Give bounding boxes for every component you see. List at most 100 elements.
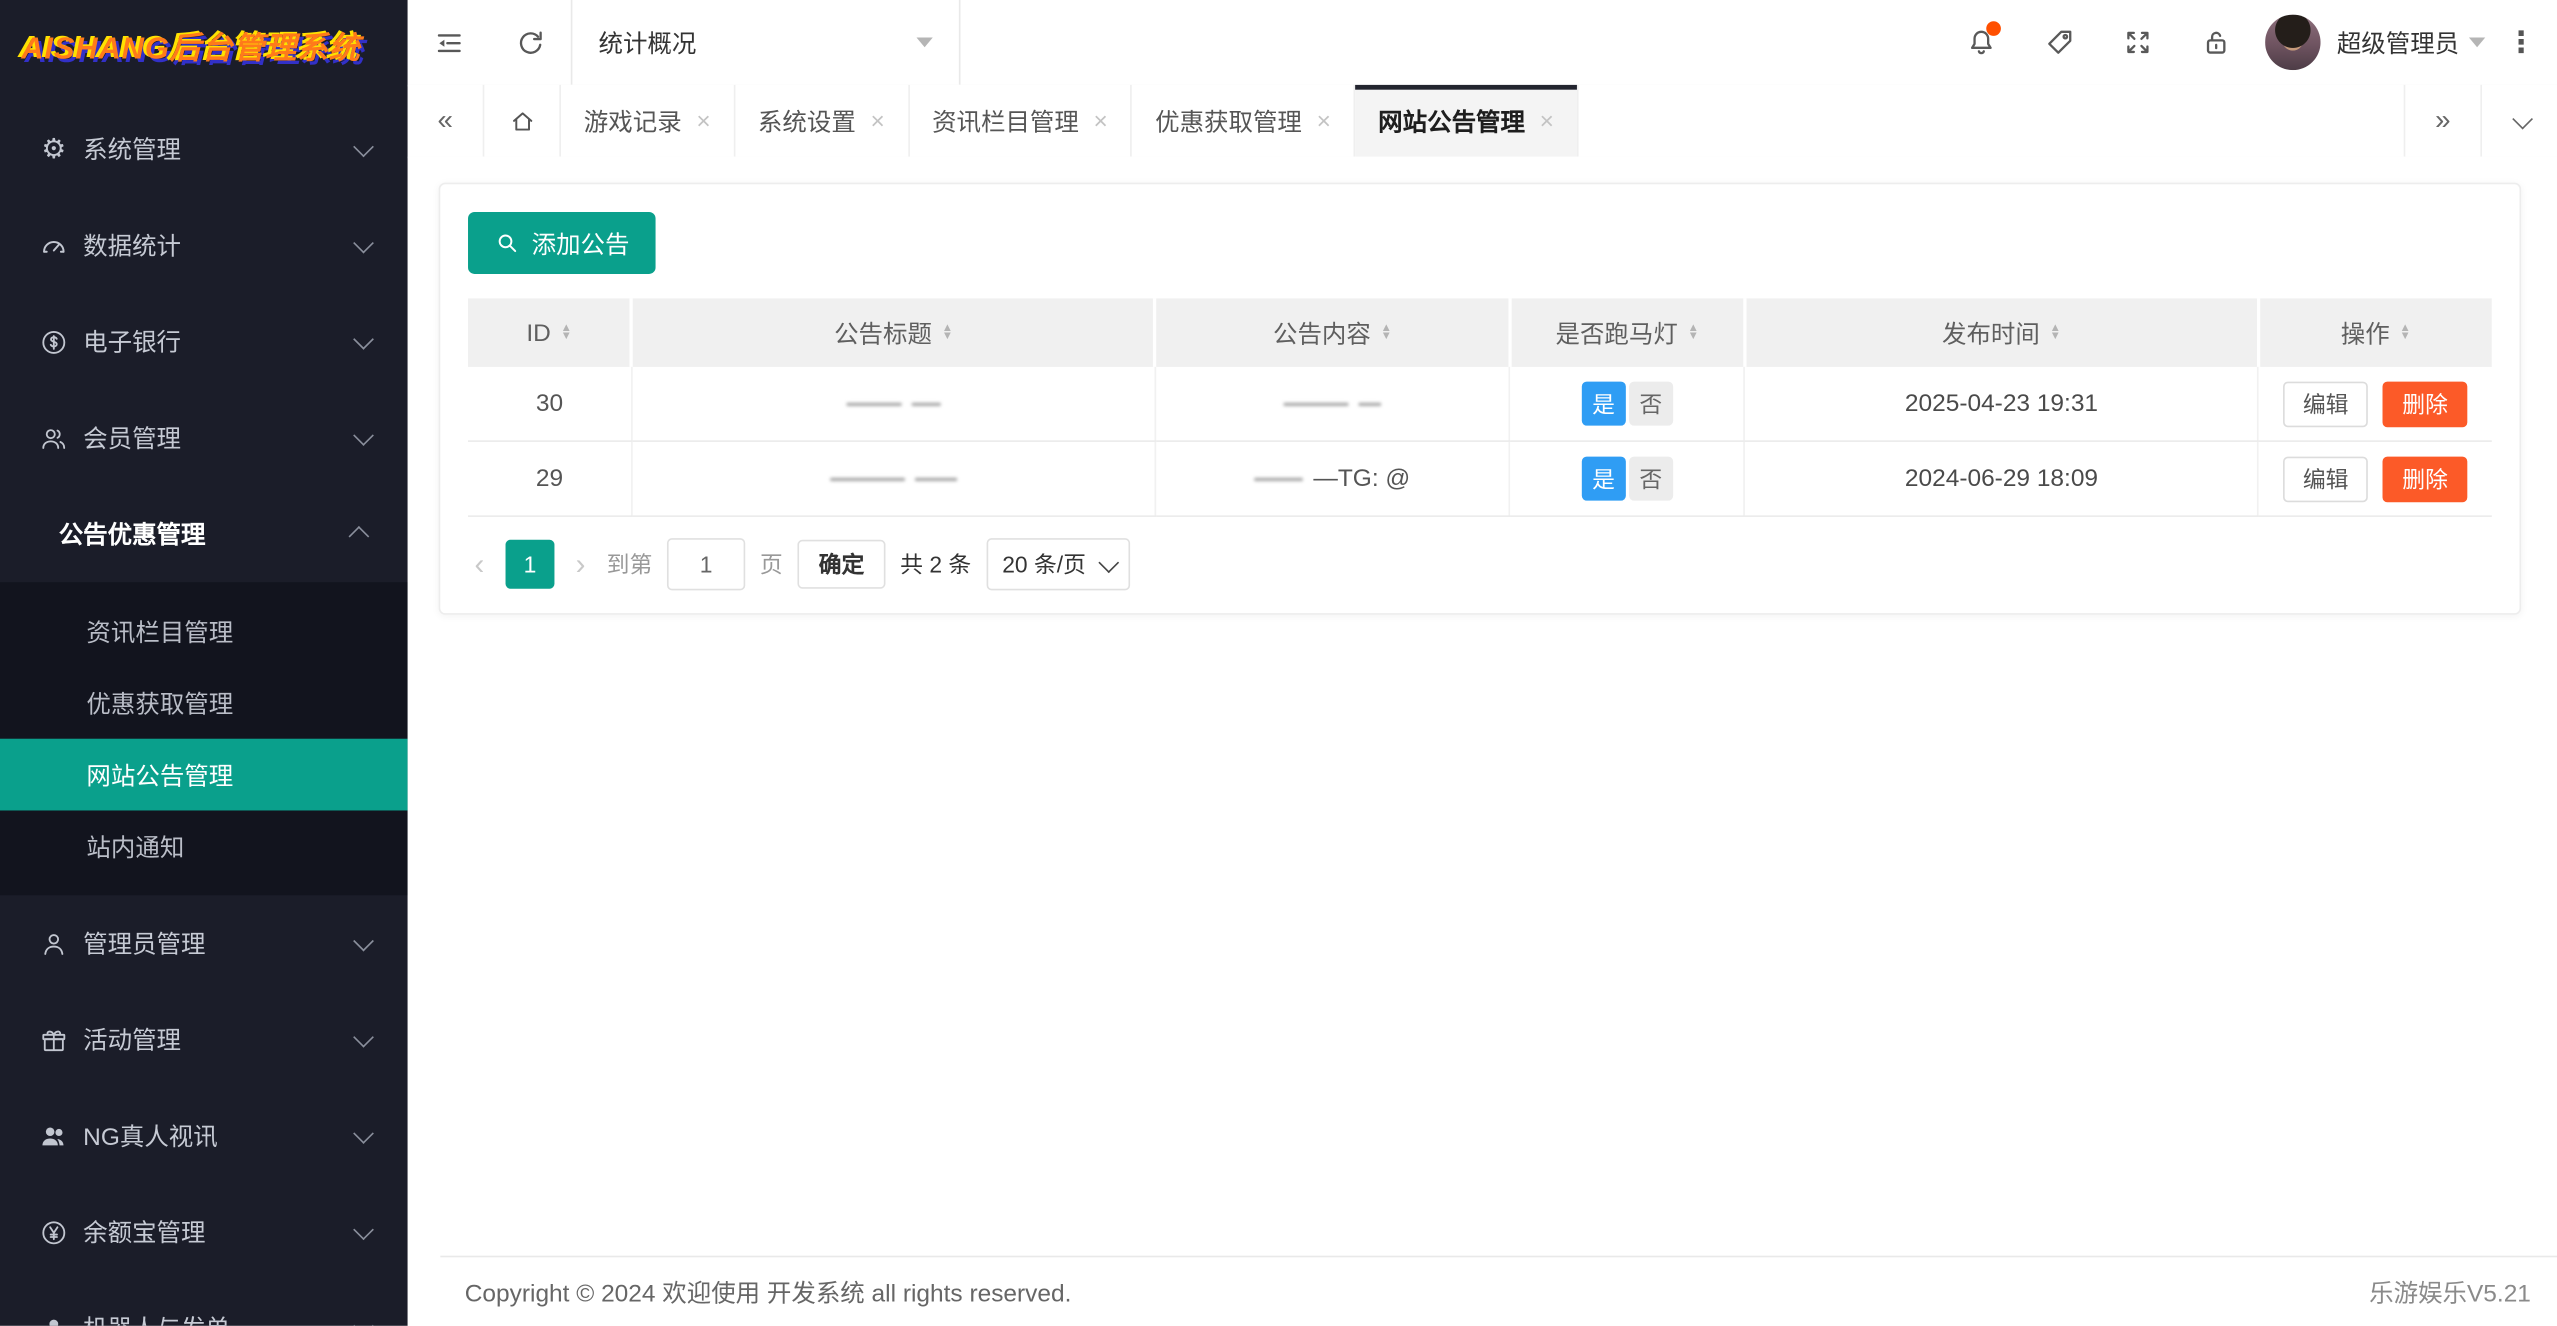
user-avatar[interactable] [2265,15,2320,70]
cell-content: —TG: @ [1155,441,1509,516]
add-announcement-label: 添加公告 [532,226,630,260]
tab-item[interactable]: 网站公告管理 × [1355,85,1578,157]
redacted-text [1284,403,1382,406]
nav-select[interactable]: 统计概况 [571,0,961,85]
per-page-select[interactable]: 20 条/页 [986,538,1130,590]
marquee-toggle: 是否 [1582,457,1673,501]
scroll-tabs-right-button[interactable]: » [2404,85,2481,157]
confirm-page-button[interactable]: 确定 [797,540,885,589]
sidebar-item[interactable]: 电子银行 [0,294,408,390]
sidebar-subitem[interactable]: 资讯栏目管理 [0,595,408,667]
marquee-no-button[interactable]: 否 [1629,382,1673,426]
column-header-inner[interactable]: 公告内容▲▼ [1159,316,1507,350]
app-logo: AISHANG后台管理系统 [0,0,408,91]
next-page-button[interactable]: › [569,547,592,581]
main-content: 添加公告 ID▲▼公告标题▲▼公告内容▲▼是否跑马灯▲▼发布时间▲▼操作▲▼ 3… [408,157,2557,1326]
sidebar-item[interactable]: NG真人视讯 [0,1088,408,1184]
sidebar-item-label: 公告优惠管理 [59,517,354,551]
delete-button[interactable]: 删除 [2383,381,2468,427]
cell-marquee: 是否 [1510,367,1745,441]
sidebar-item[interactable]: ⚙系统管理 [0,101,408,197]
redaction-mark [1359,403,1382,406]
edit-button[interactable]: 编辑 [2283,381,2368,427]
tab-label: 网站公告管理 [1378,104,1525,138]
prev-page-button[interactable]: ‹ [468,547,491,581]
chevron-down-icon [353,1123,374,1144]
scroll-tabs-left-button[interactable]: « [408,85,485,157]
table-body: 30是否2025-04-23 19:31编辑删除29—TG: @是否2024-0… [468,367,2492,516]
sidebar-item[interactable]: 机器人与发单 [0,1280,408,1326]
cell-content [1155,367,1509,441]
column-header: ID▲▼ [468,298,632,366]
tab-item[interactable]: 游戏记录× [561,85,735,157]
sidebar-subitem[interactable]: 优惠获取管理 [0,667,408,739]
column-header-inner[interactable]: 操作▲▼ [2261,316,2490,350]
sidebar-subitem[interactable]: 网站公告管理 [0,739,408,811]
sidebar-item[interactable]: 公告优惠管理 [0,486,408,582]
tab-item[interactable]: 资讯栏目管理× [909,85,1132,157]
sidebar-menu: ⚙系统管理数据统计电子银行会员管理公告优惠管理资讯栏目管理优惠获取管理网站公告管… [0,91,408,1325]
lock-icon[interactable] [2177,0,2255,85]
sidebar-item[interactable]: 数据统计 [0,197,408,293]
column-header-inner[interactable]: 公告标题▲▼ [635,316,1152,350]
cell-id: 29 [468,441,632,516]
footer: Copyright © 2024 欢迎使用 开发系统 all rights re… [440,1256,2557,1326]
people-icon [39,1121,68,1150]
home-tab-button[interactable] [484,85,561,157]
column-header-inner[interactable]: 发布时间▲▼ [1748,316,2255,350]
marquee-yes-button[interactable]: 是 [1582,457,1626,501]
add-announcement-button[interactable]: 添加公告 [468,212,656,274]
tab-item[interactable]: 优惠获取管理× [1132,85,1355,157]
close-icon[interactable]: × [1540,108,1554,132]
column-header-inner[interactable]: 是否跑马灯 ▲▼ [1513,316,1742,350]
refresh-icon[interactable] [489,0,571,85]
table-row: 29—TG: @是否2024-06-29 18:09编辑删除 [468,441,2492,516]
column-header: 操作▲▼ [2258,298,2492,366]
collapse-sidebar-icon[interactable] [408,0,490,85]
edit-button[interactable]: 编辑 [2283,456,2368,502]
goto-page-input[interactable] [667,538,745,590]
column-header-inner[interactable]: ID▲▼ [470,319,629,347]
marquee-no-button[interactable]: 否 [1629,457,1673,501]
close-icon[interactable]: × [1094,108,1108,132]
members-icon [39,423,68,452]
delete-button[interactable]: 删除 [2383,456,2468,502]
chevron-down-icon [353,1316,374,1326]
redaction-mark [830,478,905,481]
tag-icon[interactable] [2020,0,2098,85]
user-menu[interactable]: 超级管理员 [2337,25,2485,59]
sort-icon[interactable]: ▲▼ [942,324,953,342]
search-icon [494,230,520,256]
close-icon[interactable]: × [696,108,710,132]
sort-icon[interactable]: ▲▼ [1381,324,1392,342]
close-icon[interactable]: × [1317,108,1331,132]
kebab-menu-icon[interactable]: ⋮ [2485,25,2557,59]
page-number-button[interactable]: 1 [506,540,555,589]
sidebar-item[interactable]: 会员管理 [0,390,408,486]
tab-list: 游戏记录×系统设置×资讯栏目管理×优惠获取管理× 网站公告管理 × [561,85,2404,157]
fullscreen-icon[interactable] [2099,0,2177,85]
marquee-yes-button[interactable]: 是 [1582,382,1626,426]
bell-icon[interactable] [1942,0,2020,85]
admin-icon [39,929,68,958]
marquee-toggle: 是否 [1582,382,1673,426]
column-header-label: 是否跑马灯 [1555,316,1677,350]
table-row: 30是否2025-04-23 19:31编辑删除 [468,367,2492,441]
sidebar-item[interactable]: 余额宝管理 [0,1184,408,1280]
sort-icon[interactable]: ▲▼ [2050,324,2061,342]
chevron-down-icon [353,137,374,158]
close-icon[interactable]: × [870,108,884,132]
sort-icon[interactable]: ▲▼ [561,324,572,342]
cell-publish-time: 2025-04-23 19:31 [1745,367,2258,441]
sidebar-item[interactable]: 管理员管理 [0,895,408,991]
sidebar-subitem[interactable]: 站内通知 [0,810,408,882]
tab-item[interactable]: 系统设置× [735,85,909,157]
sort-icon[interactable]: ▲▼ [1688,324,1699,342]
cell-actions: 编辑删除 [2258,367,2492,441]
chevron-down-icon [353,1027,374,1048]
sidebar-item[interactable]: 活动管理 [0,991,408,1087]
sort-icon[interactable]: ▲▼ [2400,324,2411,342]
announcement-panel: 添加公告 ID▲▼公告标题▲▼公告内容▲▼是否跑马灯▲▼发布时间▲▼操作▲▼ 3… [439,183,2521,615]
pagination: ‹ 1 › 到第 页 确定 共 2 条 20 条/页 [468,538,2492,590]
tab-options-button[interactable] [2480,85,2557,157]
